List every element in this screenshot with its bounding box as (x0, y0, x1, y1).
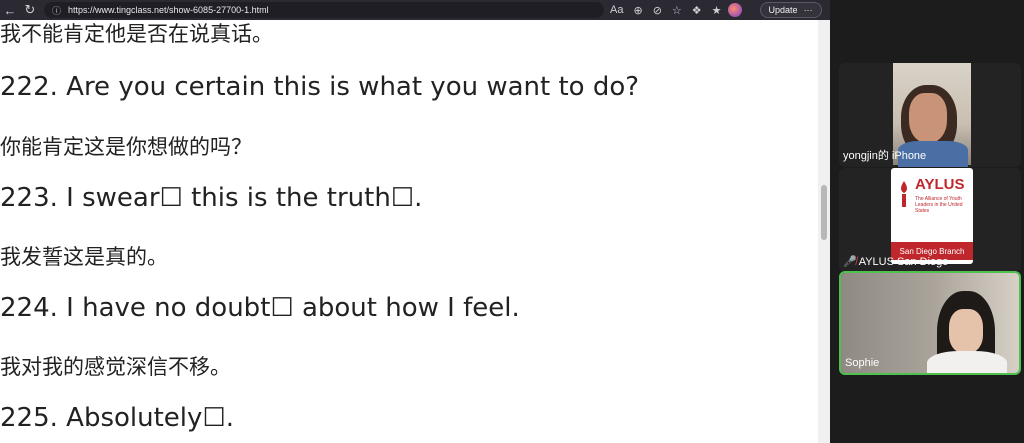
line-en-222: 222. Are you certain this is what you wa… (0, 72, 640, 102)
back-icon[interactable]: ← (0, 0, 20, 20)
zoom-icon[interactable]: ⊕ (633, 4, 642, 17)
tracking-icon[interactable]: ⊘ (653, 4, 662, 17)
scrollbar-thumb[interactable] (821, 185, 827, 240)
refresh-icon[interactable]: ↻ (20, 0, 40, 20)
participant-name: AYLUS San Diego (858, 256, 949, 268)
video-panel: yongjin的 iPhone AYLUS The Alliance of Yo… (830, 0, 1024, 443)
participant-name: yongjin的 iPhone (843, 150, 927, 162)
participant-name-row: 🎤̸ AYLUS San Diego (843, 255, 948, 268)
line-zh-223: 我发誓这是真的。 (0, 245, 168, 269)
logo-subtitle: The Alliance of Youth Leaders in the Uni… (915, 196, 963, 214)
more-icon[interactable]: ··· (804, 5, 813, 15)
line-en-223: 223. I swear☐ this is the truth☐. (0, 183, 423, 213)
read-aloud-icon[interactable]: A​a (610, 4, 623, 17)
page-scrollbar[interactable] (818, 20, 830, 443)
favorites-icon[interactable]: ★ (712, 4, 722, 17)
extensions-icon[interactable]: ❖ (692, 4, 702, 17)
update-button[interactable]: Update ··· (759, 2, 822, 18)
participant-tile-aylus[interactable]: AYLUS The Alliance of Youth Leaders in t… (839, 168, 1021, 272)
address-bar-icons: A​a ⊕ ⊘ ☆ ❖ ★ (610, 4, 722, 17)
line-zh-0: 我不能肯定他是否在说真话。 (0, 22, 273, 46)
aylus-logo: AYLUS The Alliance of Youth Leaders in t… (891, 168, 973, 264)
line-zh-224: 我对我的感觉深信不移。 (0, 355, 231, 379)
update-label: Update (768, 5, 798, 15)
url-text: https://www.tingclass.net/show-6085-2770… (68, 5, 269, 15)
browser-window: ← ↻ ⓘ https://www.tingclass.net/show-608… (0, 0, 830, 443)
participant-tile-sophie[interactable]: Sophie (839, 271, 1021, 375)
favorite-star-icon[interactable]: ☆ (672, 4, 682, 17)
logo-title: AYLUS (915, 176, 965, 193)
muted-mic-icon: 🎤̸ (843, 256, 857, 268)
participant-tile-yongjin[interactable]: yongjin的 iPhone (839, 63, 1021, 167)
browser-toolbar: ← ↻ ⓘ https://www.tingclass.net/show-608… (0, 0, 830, 20)
page-content: 我不能肯定他是否在说真话。 222. Are you certain this … (0, 20, 818, 443)
profile-avatar[interactable] (727, 3, 742, 17)
torch-icon (901, 181, 907, 207)
address-bar[interactable]: ⓘ https://www.tingclass.net/show-6085-27… (44, 2, 604, 18)
line-en-225: 225. Absolutely☐. (0, 403, 234, 433)
line-en-224: 224. I have no doubt☐ about how I feel. (0, 293, 520, 323)
line-zh-222: 你能肯定这是你想做的吗？ (0, 135, 252, 159)
site-info-icon[interactable]: ⓘ (52, 5, 62, 16)
participant-name: Sophie (845, 357, 880, 369)
